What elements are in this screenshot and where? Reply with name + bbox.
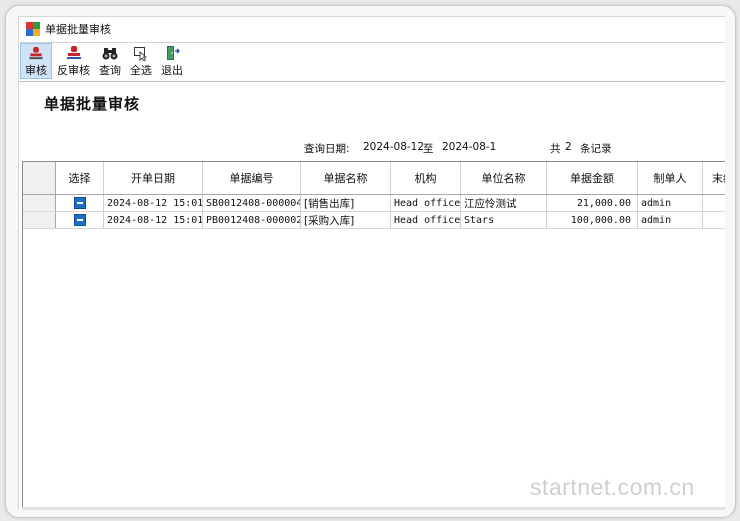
exit-button[interactable]: 退出 — [157, 43, 187, 79]
cell-unit: 江应怜测试 — [461, 195, 547, 211]
cell-date: 2024-08-12 15:01:38 — [104, 212, 203, 228]
cell-name: [销售出库] — [301, 195, 391, 211]
query-button[interactable]: 查询 — [95, 43, 125, 79]
row-select-cell[interactable] — [56, 195, 104, 211]
query-to-label: 至 — [423, 143, 434, 155]
cell-amount: 21,000.00 — [547, 195, 638, 211]
record-count: 2 — [565, 141, 572, 153]
table-header-row: 选择 开单日期 单据编号 单据名称 机构 单位名称 单据金额 制单人 末级 — [23, 162, 725, 195]
title-bar: 单据批量审核 — [19, 17, 725, 41]
watermark: startnet.com.cn — [530, 474, 695, 500]
query-label: 查询 — [99, 64, 121, 77]
reverse-audit-label: 反审核 — [57, 64, 90, 77]
select-all-label: 全选 — [130, 64, 152, 77]
cell-last-level — [703, 195, 725, 211]
cell-last-level — [703, 212, 725, 228]
horizontal-scrollbar[interactable] — [22, 507, 725, 510]
unstamp-icon — [66, 46, 81, 59]
column-header-last-level[interactable]: 末级 — [703, 162, 725, 194]
cell-number: PB0012408-000002 — [203, 212, 301, 228]
cell-maker: admin — [638, 212, 703, 228]
row-header[interactable] — [23, 195, 56, 211]
cell-org: Head office — [391, 212, 461, 228]
query-summary-bar: 查询日期: 2024-08-12 至 2024-08-1 共 2 条记录 — [19, 141, 725, 157]
cell-amount: 100,000.00 — [547, 212, 638, 228]
row-select-checkbox[interactable] — [73, 214, 86, 226]
cell-date: 2024-08-12 15:01:10 — [104, 195, 203, 211]
column-header-number[interactable]: 单据编号 — [203, 162, 301, 194]
select-all-icon — [134, 47, 148, 61]
row-header[interactable] — [23, 212, 56, 228]
query-date-from: 2024-08-12 — [363, 141, 425, 153]
cell-org: Head office — [391, 195, 461, 211]
row-header-corner — [23, 162, 56, 194]
row-select-checkbox[interactable] — [73, 197, 86, 209]
column-header-select[interactable]: 选择 — [56, 162, 104, 194]
app-window: 单据批量审核 审核 反审核 查询 全选 退出 单据批量审核 查询日期: 2024… — [18, 16, 725, 510]
reverse-audit-button[interactable]: 反审核 — [53, 43, 94, 79]
window-title: 单据批量审核 — [45, 23, 111, 36]
app-logo-icon — [26, 22, 40, 36]
cell-number: SB0012408-000004 — [203, 195, 301, 211]
cell-name: [采购入库] — [301, 212, 391, 228]
stamp-icon — [29, 46, 43, 60]
record-count-prefix: 共 — [550, 143, 561, 155]
column-header-maker[interactable]: 制单人 — [638, 162, 703, 194]
column-header-date[interactable]: 开单日期 — [104, 162, 203, 194]
exit-label: 退出 — [161, 64, 183, 77]
page-title: 单据批量审核 — [44, 95, 141, 113]
binoculars-icon — [102, 48, 118, 60]
audit-label: 审核 — [25, 64, 47, 77]
column-header-amount[interactable]: 单据金额 — [547, 162, 638, 194]
audit-button[interactable]: 审核 — [20, 43, 52, 79]
column-header-name[interactable]: 单据名称 — [301, 162, 391, 194]
cell-unit: Stars — [461, 212, 547, 228]
column-header-org[interactable]: 机构 — [391, 162, 461, 194]
query-date-label: 查询日期: — [304, 143, 350, 155]
column-header-unit[interactable]: 单位名称 — [461, 162, 547, 194]
record-count-suffix: 条记录 — [580, 143, 612, 155]
query-date-to: 2024-08-1 — [442, 141, 497, 153]
toolbar: 审核 反审核 查询 全选 退出 — [19, 42, 725, 82]
table-row[interactable]: 2024-08-12 15:01:38 PB0012408-000002 [采购… — [23, 212, 725, 229]
exit-door-icon — [167, 46, 180, 60]
row-select-cell[interactable] — [56, 212, 104, 228]
cell-maker: admin — [638, 195, 703, 211]
select-all-button[interactable]: 全选 — [126, 43, 156, 79]
table-row[interactable]: 2024-08-12 15:01:10 SB0012408-000004 [销售… — [23, 195, 725, 212]
screenshot-frame: 单据批量审核 审核 反审核 查询 全选 退出 单据批量审核 查询日期: 2024… — [5, 5, 736, 518]
records-table: 选择 开单日期 单据编号 单据名称 机构 单位名称 单据金额 制单人 末级 20… — [22, 161, 725, 510]
